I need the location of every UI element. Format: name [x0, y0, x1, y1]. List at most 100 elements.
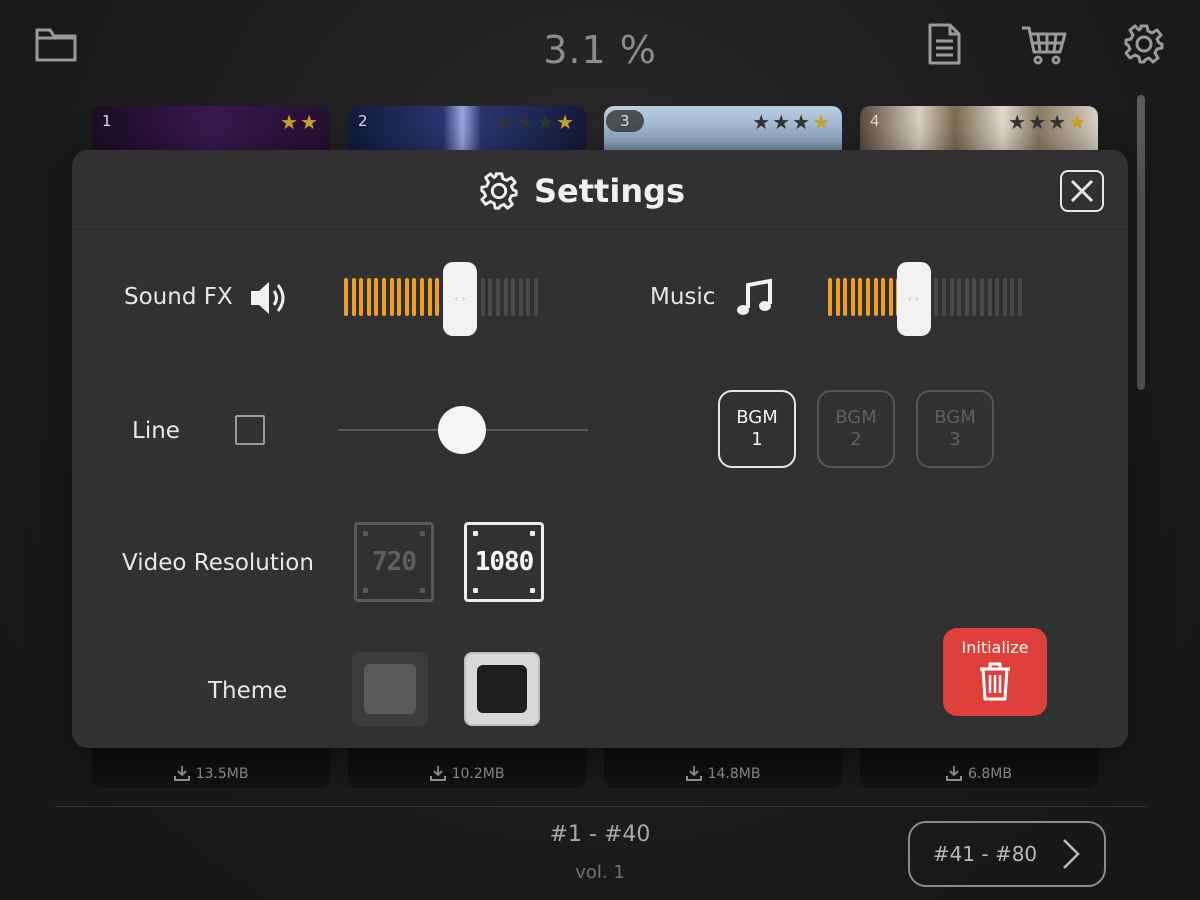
volume-knob[interactable]: ‹ ›: [896, 262, 931, 336]
video-resolution-label: Video Resolution: [122, 550, 314, 576]
volume-tick: [995, 278, 1000, 316]
volume-tick: [1002, 278, 1007, 316]
resolution-label: 1080: [474, 547, 535, 577]
volume-tick: [949, 278, 954, 316]
card-download-size: 13.5MB: [92, 765, 330, 782]
initialize-label: Initialize: [961, 638, 1029, 657]
gear-icon[interactable]: [1120, 20, 1168, 68]
volume-tick: [881, 278, 886, 316]
volume-tick: [382, 278, 386, 316]
volume-tick: [866, 278, 870, 316]
bgm-2-button[interactable]: BGM 2: [817, 390, 895, 468]
volume-tick: [389, 278, 394, 316]
card-number: 4: [870, 112, 880, 130]
sound-fx-slider[interactable]: ‹ ›: [344, 262, 544, 336]
volume-tick: [980, 278, 984, 316]
progress-percentage: 3.1 %: [543, 28, 657, 72]
document-icon[interactable]: [920, 20, 968, 68]
volume-tick: [1018, 278, 1022, 316]
download-icon: [685, 766, 702, 781]
bgm-label: BGM: [835, 407, 877, 428]
bgm-label: BGM: [934, 407, 976, 428]
line-label: Line: [132, 418, 180, 444]
line-slider-knob[interactable]: [438, 406, 486, 454]
download-icon: [173, 766, 190, 781]
close-icon: [1070, 179, 1094, 203]
volume-tick: [828, 278, 832, 316]
scrollbar[interactable]: [1137, 95, 1145, 390]
volume-tick: [404, 278, 409, 316]
footer-divider: [55, 806, 1147, 807]
music-slider[interactable]: ‹ ›: [828, 262, 1028, 336]
bgm-3-button[interactable]: BGM 3: [916, 390, 994, 468]
card-size-text: 14.8MB: [707, 766, 761, 782]
volume-tick: [843, 278, 848, 316]
initialize-button[interactable]: Initialize: [943, 628, 1047, 716]
volume-tick: [987, 278, 992, 316]
line-checkbox[interactable]: [235, 415, 265, 445]
next-page-button[interactable]: #41 - #80: [908, 821, 1106, 887]
speaker-icon: [251, 282, 285, 314]
bgm-number: 2: [850, 429, 862, 450]
volume-tick: [488, 278, 493, 316]
volume-tick: [873, 278, 878, 316]
volume-tick: [518, 278, 523, 316]
volume-tick: [480, 278, 485, 316]
top-bar: 3.1 %: [0, 0, 1200, 95]
settings-gear-icon: [480, 172, 518, 210]
close-button[interactable]: [1060, 170, 1104, 212]
volume-tick: [412, 278, 417, 316]
volume-tick: [964, 278, 969, 316]
card-stars: ★★: [280, 110, 320, 134]
settings-dialog: Settings Sound FX ‹ › Music ‹ › Line BGM…: [72, 150, 1128, 748]
volume-knob[interactable]: ‹ ›: [443, 262, 477, 336]
card-download-size: 6.8MB: [860, 765, 1098, 782]
volume-tick: [496, 278, 500, 316]
volume-tick: [511, 278, 516, 316]
volume-tick: [534, 278, 538, 316]
music-note-icon: [737, 278, 772, 315]
volume-tick: [850, 278, 855, 316]
volume-tick: [942, 278, 946, 316]
card-size-text: 6.8MB: [968, 766, 1012, 782]
card-size-text: 13.5MB: [195, 766, 249, 782]
volume-tick: [526, 278, 531, 316]
cart-icon[interactable]: [1020, 20, 1068, 68]
download-icon: [429, 766, 446, 781]
theme-grey-button[interactable]: [352, 652, 428, 726]
bgm-1-button[interactable]: BGM 1: [718, 390, 796, 468]
next-range-label: #41 - #80: [932, 842, 1038, 866]
volume-tick: [366, 278, 371, 316]
card-number: 2: [358, 112, 368, 130]
sound-fx-label: Sound FX: [124, 284, 233, 310]
volume-tick: [359, 278, 364, 316]
volume-tick: [835, 278, 840, 316]
music-label: Music: [650, 284, 716, 310]
settings-title: Settings: [534, 172, 686, 210]
card-stars: ★★★★: [496, 110, 576, 134]
theme-dark-button[interactable]: [464, 652, 540, 726]
volume-tick: [420, 278, 424, 316]
volume-tick: [351, 278, 356, 316]
volume-tick: [374, 278, 379, 316]
volume-tick: [858, 278, 863, 316]
bgm-number: 1: [751, 429, 763, 450]
volume-label: vol. 1: [575, 862, 625, 883]
volume-tick: [503, 278, 508, 316]
resolution-720-button[interactable]: 720: [354, 522, 434, 602]
download-icon: [946, 766, 963, 781]
volume-tick: [888, 278, 893, 316]
volume-tick: [934, 278, 939, 316]
current-range-label: #1 - #40: [549, 822, 651, 847]
folder-icon[interactable]: [32, 20, 80, 68]
resolution-label: 720: [372, 547, 417, 577]
volume-tick: [957, 278, 962, 316]
chevron-right-icon: [1063, 839, 1080, 869]
trash-icon: [980, 662, 1010, 701]
resolution-1080-button[interactable]: 1080: [464, 522, 544, 602]
card-stars: ★★★★: [752, 110, 832, 134]
card-size-text: 10.2MB: [451, 766, 505, 782]
card-number: 3: [606, 110, 644, 132]
card-download-size: 14.8MB: [604, 765, 842, 782]
volume-tick: [427, 278, 432, 316]
